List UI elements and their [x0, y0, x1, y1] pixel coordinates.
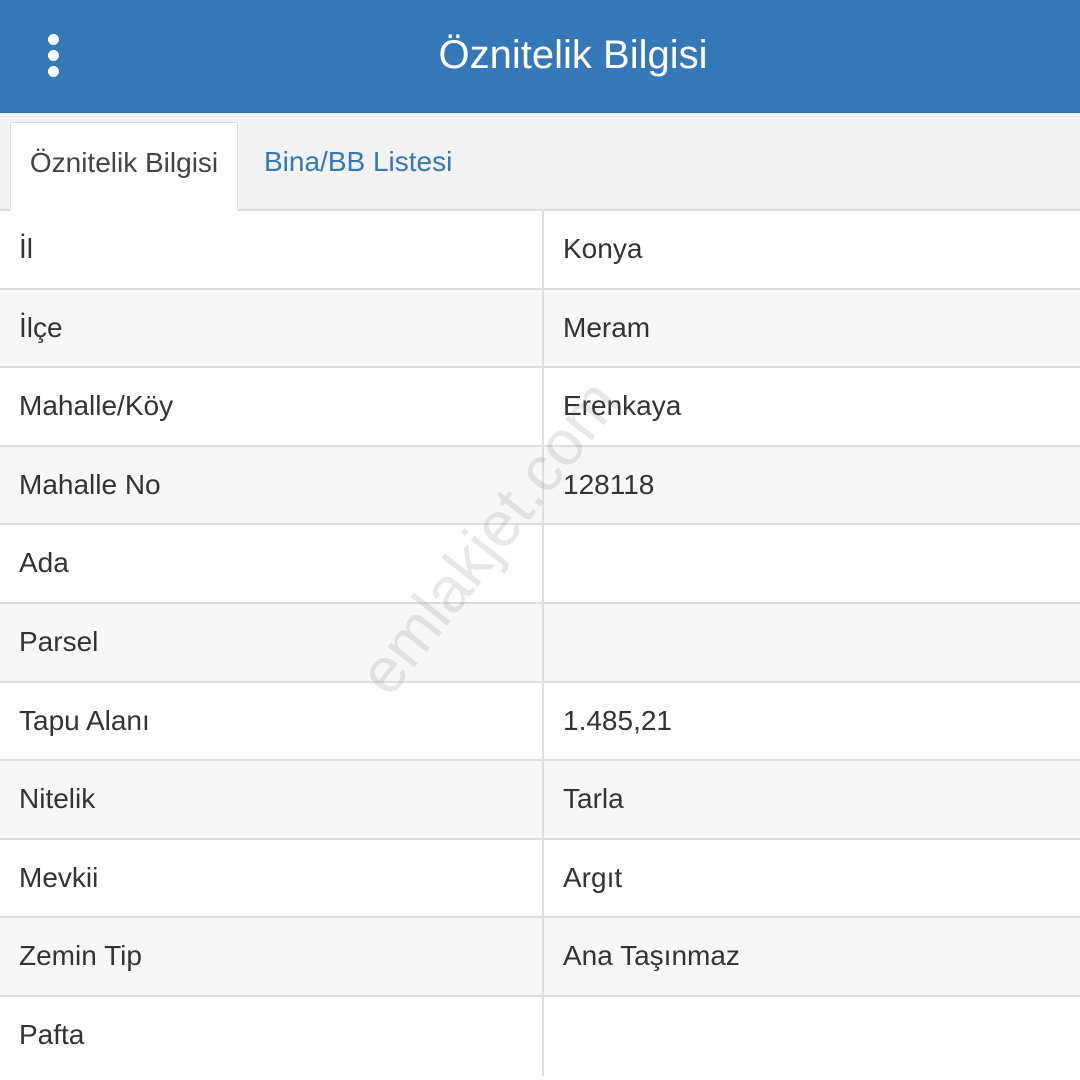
row-label: İl	[19, 233, 33, 264]
row-value: Ana Taşınmaz	[542, 918, 1080, 995]
row-label: Pafta	[19, 1018, 85, 1050]
table-row: Mahalle No 128118	[0, 446, 1080, 526]
table-row: Pafta	[0, 996, 1080, 1076]
row-label: Parsel	[19, 625, 99, 657]
attribute-table: İl Konya İlçe Meram Mahalle/Köy Erenkaya…	[0, 211, 1080, 1076]
table-row: İl Konya	[0, 211, 1080, 290]
table-row: Nitelik Tarla	[0, 761, 1080, 840]
page-title: Öznitelik Bilgisi	[438, 33, 708, 77]
table-row: Parsel	[0, 603, 1080, 683]
row-value	[542, 996, 1080, 1076]
row-label: Nitelik	[19, 783, 96, 815]
table-row: Zemin Tip Ana Taşınmaz	[0, 918, 1080, 997]
table-row: Mahalle/Köy Erenkaya	[0, 368, 1080, 447]
row-value: Konya	[542, 211, 1080, 288]
app-header: Öznitelik Bilgisi	[0, 0, 1080, 113]
row-value: 1.485,21	[542, 682, 1080, 760]
row-label: Zemin Tip	[19, 940, 142, 972]
table-row: Ada	[0, 525, 1080, 604]
row-label: İlçe	[19, 311, 63, 343]
row-value: Argıt	[542, 839, 1080, 917]
row-value	[542, 603, 1080, 681]
row-value: Tarla	[542, 761, 1080, 838]
row-label: Mevkii	[19, 861, 99, 893]
tab-bar: Öznitelik Bilgisi Bina/BB Listesi	[0, 113, 1080, 211]
row-label: Ada	[19, 547, 69, 579]
row-label: Mahalle/Köy	[19, 390, 174, 422]
row-label: Mahalle No	[19, 468, 161, 500]
tab-bina-bb-listesi[interactable]: Bina/BB Listesi	[264, 122, 452, 211]
row-value: 128118	[542, 446, 1080, 524]
row-value	[542, 525, 1080, 602]
tab-oznitelik-bilgisi[interactable]: Öznitelik Bilgisi	[10, 122, 238, 211]
row-value: Meram	[542, 289, 1080, 367]
row-value: Erenkaya	[542, 368, 1080, 445]
table-row: Tapu Alanı 1.485,21	[0, 682, 1080, 762]
table-row: Mevkii Argıt	[0, 839, 1080, 919]
row-label: Tapu Alanı	[19, 704, 150, 736]
table-row: İlçe Meram	[0, 289, 1080, 369]
